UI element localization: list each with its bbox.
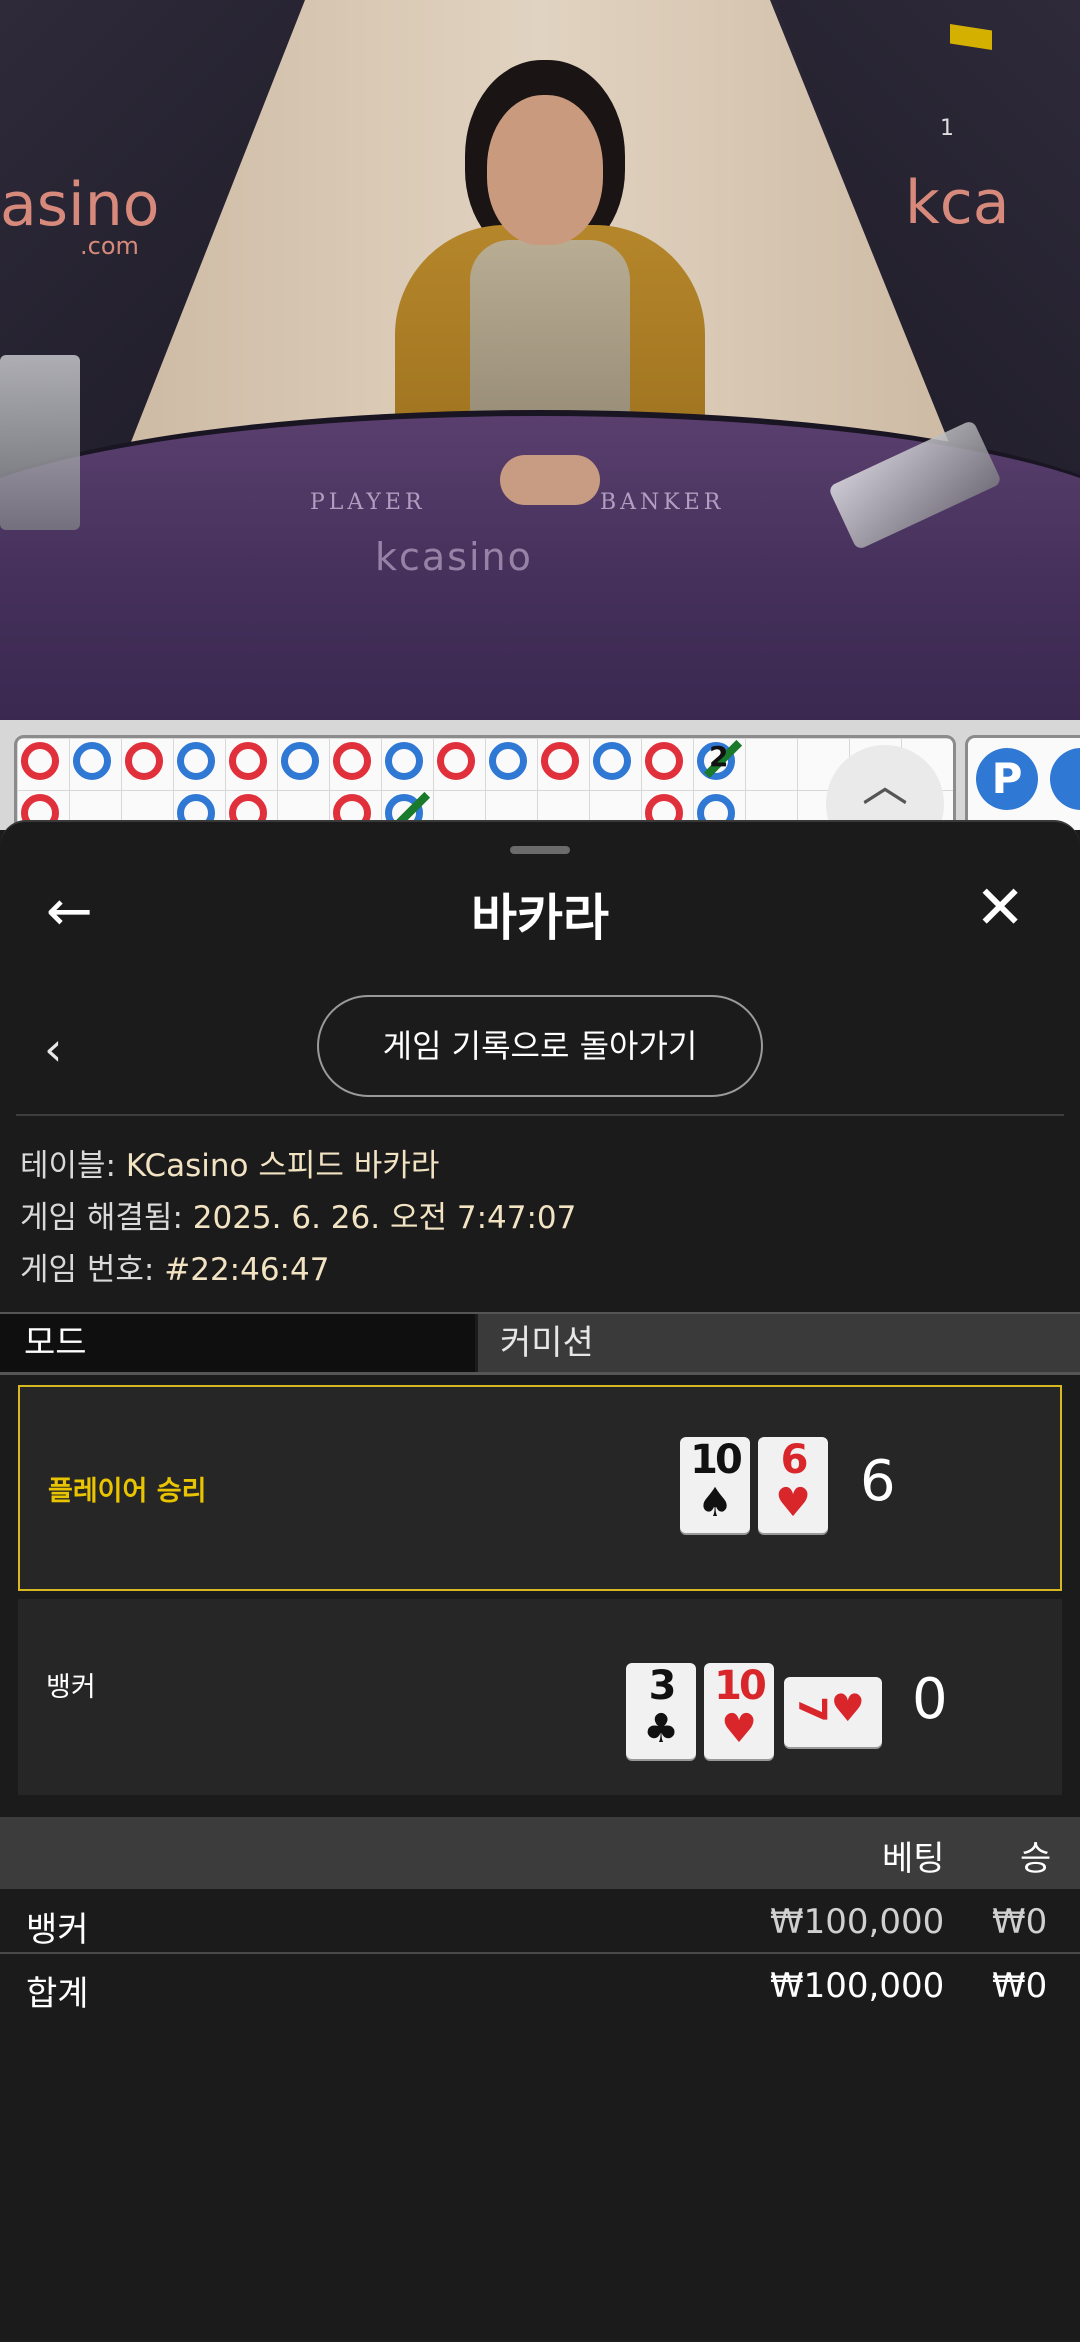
banker-circle-icon bbox=[229, 742, 267, 780]
banker-circle-icon bbox=[21, 742, 59, 780]
game-number-info: 게임 번호: #22:46:47 bbox=[20, 1244, 329, 1289]
bead-road: 2 bbox=[14, 735, 956, 830]
table-info: 테이블: KCasino 스피드 바카라 bbox=[20, 1140, 439, 1185]
table-print-player: PLAYER bbox=[310, 490, 426, 515]
resolved-info: 게임 해결됨: 2025. 6. 26. 오전 7:47:07 bbox=[20, 1192, 576, 1237]
table-print-banker: BANKER bbox=[600, 490, 725, 515]
total-win-amount: ₩0 bbox=[992, 1966, 1048, 2006]
player-circle-icon bbox=[177, 742, 215, 780]
tab-mode[interactable]: 모드 bbox=[0, 1314, 475, 1372]
total-row: 합계 ₩100,000 ₩0 bbox=[0, 1956, 1080, 2018]
sheet-drag-handle[interactable] bbox=[510, 846, 570, 854]
player-circle-icon bbox=[593, 742, 631, 780]
column-win: 승 bbox=[1020, 1839, 1052, 1879]
page-title: 바카라 bbox=[471, 889, 609, 947]
playing-card: 3 ♣ bbox=[626, 1663, 696, 1759]
player-win-label: 플레이어 승리 bbox=[48, 1476, 207, 1507]
banker-circle-icon bbox=[125, 742, 163, 780]
round-number: 1 bbox=[940, 116, 954, 141]
column-bet: 베팅 bbox=[882, 1839, 945, 1879]
bet-name: 뱅커 bbox=[26, 1910, 89, 1950]
banker-score: 0 bbox=[912, 1667, 948, 1732]
playing-card: 10 ♥ bbox=[704, 1663, 774, 1759]
banker-circle-icon bbox=[541, 742, 579, 780]
chevron-left-icon[interactable]: ‹ bbox=[44, 1022, 62, 1076]
dealer-face bbox=[487, 95, 603, 245]
total-bet-amount: ₩100,000 bbox=[770, 1966, 945, 2006]
game-number-label: 게임 번호: bbox=[20, 1252, 155, 1288]
close-icon[interactable]: ✕ bbox=[975, 878, 1025, 938]
player-circle-icon bbox=[385, 742, 423, 780]
player-circle-icon bbox=[73, 742, 111, 780]
roadmap-strip[interactable]: 2 ︿ P bbox=[0, 720, 1080, 830]
playing-card: 10 ♠ bbox=[680, 1437, 750, 1533]
banker-circle-icon bbox=[645, 742, 683, 780]
studio-logo-right: kca bbox=[905, 168, 1010, 238]
tab-commission[interactable]: 커미션 bbox=[478, 1314, 1080, 1372]
studio-logo-left: asino .com bbox=[0, 170, 160, 260]
tie-count: 2 bbox=[709, 740, 729, 773]
player-result-row: 플레이어 승리 10 ♠ 6 ♥ 6 bbox=[18, 1385, 1062, 1591]
banker-result-row: 뱅커 3 ♣ 10 ♥ 7♥ 0 bbox=[18, 1599, 1062, 1795]
dealer-hands bbox=[500, 455, 600, 505]
card-discard-tray bbox=[0, 355, 80, 530]
bets-table-header: 베팅 승 bbox=[0, 1817, 1080, 1889]
big-road-preview[interactable]: P bbox=[965, 735, 1080, 830]
table-label: 테이블: bbox=[20, 1148, 117, 1184]
banker-label: 뱅커 bbox=[46, 1672, 96, 1703]
player-badge-icon bbox=[1050, 748, 1080, 810]
table-row: 뱅커 ₩100,000 ₩0 bbox=[0, 1892, 1080, 1954]
banker-circle-icon bbox=[437, 742, 475, 780]
player-circle-icon bbox=[281, 742, 319, 780]
resolved-label: 게임 해결됨: bbox=[20, 1200, 183, 1236]
divider bbox=[0, 1952, 1080, 1954]
live-video-feed: asino .com kca PLAYER BANKER kcasino 1 bbox=[0, 0, 1080, 720]
bet-amount: ₩100,000 bbox=[770, 1902, 945, 1942]
table-logo: kcasino bbox=[375, 535, 533, 579]
playing-card-sideways: 7♥ bbox=[784, 1677, 882, 1747]
game-history-sheet: ← 바카라 ✕ ‹ 게임 기록으로 돌아가기 테이블: KCasino 스피드 … bbox=[0, 820, 1080, 2342]
table-value: KCasino 스피드 바카라 bbox=[125, 1148, 440, 1184]
player-score: 6 bbox=[860, 1449, 896, 1514]
back-to-history-button[interactable]: 게임 기록으로 돌아가기 bbox=[317, 995, 763, 1097]
player-badge-icon: P bbox=[976, 748, 1038, 810]
win-amount: ₩0 bbox=[992, 1902, 1048, 1942]
mode-tabs: 모드 커미션 bbox=[0, 1312, 1080, 1375]
player-circle-icon bbox=[489, 742, 527, 780]
total-label: 합계 bbox=[26, 1974, 89, 2014]
resolved-value: 2025. 6. 26. 오전 7:47:07 bbox=[192, 1200, 577, 1236]
playing-card: 6 ♥ bbox=[758, 1437, 828, 1533]
banker-circle-icon bbox=[333, 742, 371, 780]
divider bbox=[16, 1114, 1064, 1116]
game-number-value: #22:46:47 bbox=[164, 1252, 330, 1288]
